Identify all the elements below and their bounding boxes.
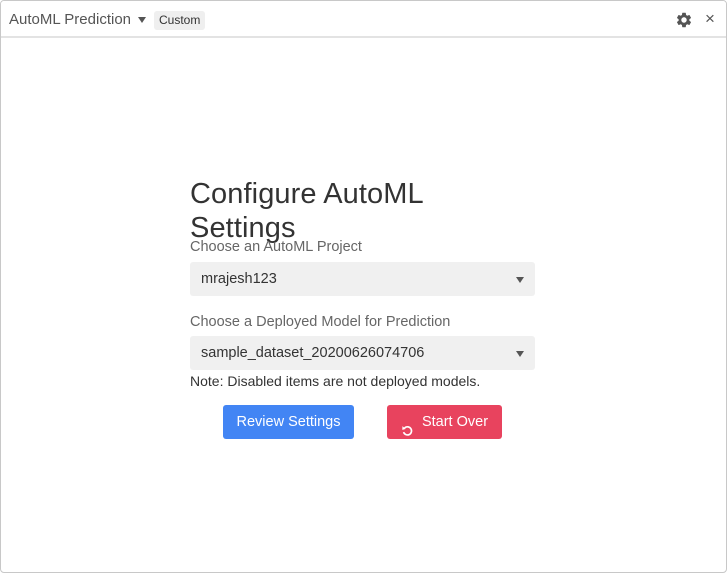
project-select[interactable]: mrajesh123 — [190, 262, 535, 296]
start-over-button[interactable]: Start Over — [387, 405, 502, 439]
undo-icon — [401, 416, 414, 436]
review-settings-button[interactable]: Review Settings — [223, 405, 354, 439]
chevron-down-icon — [516, 277, 524, 283]
chevron-down-icon — [516, 351, 524, 357]
app-title-dropdown[interactable]: AutoML Prediction — [9, 11, 147, 28]
custom-badge: Custom — [154, 11, 206, 30]
automl-panel-window: AutoML Prediction Custom × Configure Aut… — [0, 0, 727, 573]
project-select-value: mrajesh123 — [201, 271, 277, 287]
settings-form: Configure AutoML Settings Choose an Auto… — [190, 177, 536, 439]
deployed-models-note: Note: Disabled items are not deployed mo… — [190, 373, 481, 389]
start-over-label: Start Over — [421, 414, 489, 430]
model-select-value: sample_dataset_20200626074706 — [201, 345, 425, 361]
close-icon[interactable]: × — [702, 10, 718, 28]
project-label: Choose an AutoML Project — [190, 239, 362, 255]
chevron-down-icon — [138, 16, 147, 23]
model-label: Choose a Deployed Model for Prediction — [190, 314, 451, 330]
gear-icon[interactable] — [675, 11, 693, 29]
page-title: Configure AutoML Settings — [190, 178, 423, 244]
model-select[interactable]: sample_dataset_20200626074706 — [190, 336, 535, 370]
panel-titlebar: AutoML Prediction Custom × — [1, 1, 726, 38]
app-title-label: AutoML Prediction — [9, 11, 132, 28]
